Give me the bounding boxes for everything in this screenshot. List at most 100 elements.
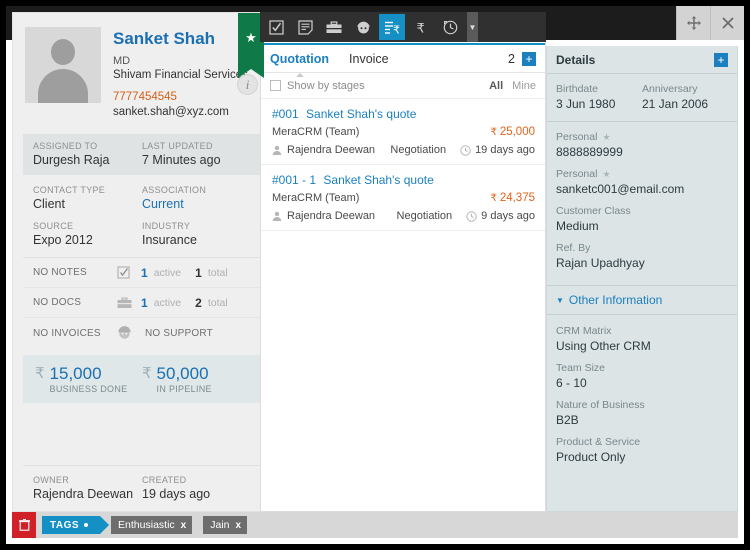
stat-active-label: active [154, 267, 181, 279]
quotation-number: #001 [272, 107, 299, 121]
briefcase-icon [117, 297, 139, 309]
stat-row-notes[interactable]: NO NOTES 1 active 1 total [23, 258, 261, 288]
other-information-group: CRM Matrix Using Other CRM Team Size 6 -… [547, 315, 737, 479]
quotation-amount: 25,000 [500, 126, 535, 138]
caret-down-icon: ▼ [556, 296, 564, 305]
field-value[interactable]: Current [142, 197, 251, 211]
stat-active-count: 1 [141, 266, 148, 280]
contact-header: Sanket Shah MD Shivam Financial Services… [13, 13, 271, 130]
no-invoices-label: NO INVOICES [33, 328, 117, 339]
stat-row-docs[interactable]: NO DOCS 1 active 2 total [23, 288, 261, 318]
field-birthdate: Birthdate 3 Jun 1980 [556, 83, 642, 111]
business-done-amount: 15,000 [50, 364, 128, 383]
field-value: 3 Jun 1980 [556, 97, 642, 111]
contact-email[interactable]: sanket.shah@xyz.com [113, 105, 248, 120]
field-owner: OWNER Rajendra Deewan [33, 475, 142, 501]
birthdate-anniversary-row: Birthdate 3 Jun 1980 Anniversary 21 Jan … [547, 74, 737, 122]
quotation-icon[interactable]: ₹ [379, 14, 405, 40]
remove-tag-icon[interactable]: x [236, 520, 242, 531]
contact-name[interactable]: Sanket Shah [113, 29, 248, 49]
clock-icon [460, 145, 471, 156]
owner-created-row: OWNER Rajendra Deewan CREATED 19 days ag… [23, 465, 261, 501]
stat-active-label: active [154, 297, 181, 309]
contact-designation: MD [113, 54, 248, 68]
other-information-label: Other Information [569, 293, 662, 307]
tag-chip-jain[interactable]: Jain x [203, 516, 247, 534]
quotation-title[interactable]: #001 Sanket Shah's quote [272, 107, 535, 121]
close-icon[interactable] [710, 6, 744, 40]
quotation-time: 19 days ago [475, 144, 535, 156]
field-label: CRM Matrix [556, 325, 728, 337]
field-value: 21 Jan 2006 [642, 97, 728, 111]
trash-icon[interactable] [12, 512, 36, 538]
details-header: Details + [547, 46, 737, 74]
avatar-placeholder-icon [25, 27, 101, 103]
window-footer [260, 512, 738, 538]
history-clock-icon[interactable] [437, 14, 463, 40]
note-icon[interactable] [292, 14, 318, 40]
remove-tag-icon[interactable]: x [181, 520, 187, 531]
tag-dot-icon [84, 523, 88, 527]
business-done-cell: ₹ 15,000 BUSINESS DONE [35, 364, 142, 394]
field-value: 8888889999 [556, 145, 728, 159]
field-association: ASSOCIATION Current [142, 185, 251, 211]
person-icon [272, 211, 282, 221]
field-label: Nature of Business [556, 399, 728, 411]
contact-phone[interactable]: 7777454545 [113, 90, 248, 105]
quotation-list-item[interactable]: #001 - 1 Sanket Shah's quote MeraCRM (Te… [261, 165, 545, 231]
quotation-panel: Quotation Invoice 2 + Show by stages All… [260, 12, 546, 512]
field-label: ASSOCIATION [142, 185, 251, 195]
field-label: Birthdate [556, 83, 642, 95]
field-label-text: Personal [556, 168, 597, 180]
show-by-stages-checkbox[interactable] [270, 80, 281, 91]
tab-quotation[interactable]: Quotation [270, 52, 329, 66]
quotation-time: 9 days ago [481, 210, 535, 222]
filter-all-button[interactable]: All [489, 80, 503, 92]
module-toolbar: ₹ ₹ ▼ [260, 12, 546, 42]
field-label: ASSIGNED TO [33, 141, 142, 151]
star-icon[interactable]: ★ [602, 169, 610, 180]
other-information-toggle[interactable]: ▼ Other Information [547, 285, 737, 315]
quotation-invoice-tabs: Quotation Invoice 2 + [261, 43, 545, 73]
business-done-label: BUSINESS DONE [50, 384, 128, 394]
stat-label: NO DOCS [33, 297, 117, 308]
briefcase-icon[interactable] [321, 14, 347, 40]
rupee-icon: ₹ [490, 193, 496, 204]
field-label: Customer Class [556, 205, 728, 217]
stat-row-invoices-support[interactable]: NO INVOICES NO SUPPORT [23, 318, 261, 348]
tags-badge[interactable]: TAGS [42, 516, 100, 534]
quotation-count: 2 [508, 52, 515, 66]
filter-mine-button[interactable]: Mine [512, 80, 536, 92]
move-icon[interactable] [676, 6, 710, 40]
star-icon[interactable]: ★ [602, 132, 610, 143]
stat-total-label: total [208, 297, 228, 309]
field-label: CONTACT TYPE [33, 185, 142, 195]
field-team-size: Team Size 6 - 10 [556, 362, 728, 390]
field-value: Rajendra Deewan [33, 487, 142, 501]
quotation-stage: Negotiation [390, 144, 446, 156]
quotation-title[interactable]: #001 - 1 Sanket Shah's quote [272, 173, 535, 187]
svg-text:₹: ₹ [393, 24, 400, 35]
details-title: Details [556, 53, 714, 67]
field-created: CREATED 19 days ago [142, 475, 251, 501]
field-label: Anniversary [642, 83, 728, 95]
window-controls [676, 6, 744, 40]
tag-chip-enthusiastic[interactable]: Enthusiastic x [111, 516, 192, 534]
rupee-icon: ₹ [142, 364, 152, 384]
add-quotation-button[interactable]: + [522, 52, 536, 66]
field-value: sanketc001@email.com [556, 182, 728, 196]
contact-card-panel: ★ Sanket Shah MD Shivam Financial Servic… [12, 12, 272, 512]
svg-text:₹: ₹ [416, 20, 424, 35]
rupee-icon: ₹ [35, 364, 45, 384]
chevron-down-icon[interactable]: ▼ [467, 12, 478, 42]
quotation-name: Sanket Shah's quote [306, 107, 416, 121]
rupee-icon[interactable]: ₹ [408, 14, 434, 40]
quotation-list-item[interactable]: #001 Sanket Shah's quote MeraCRM (Team) … [261, 99, 545, 165]
task-check-icon[interactable] [263, 14, 289, 40]
field-value: Client [33, 197, 142, 211]
support-face-icon[interactable] [350, 14, 376, 40]
type-association-row: CONTACT TYPE Client ASSOCIATION Current [23, 175, 261, 213]
add-detail-button[interactable]: + [714, 53, 728, 67]
field-source: SOURCE Expo 2012 [33, 221, 142, 247]
tab-invoice[interactable]: Invoice [349, 52, 389, 66]
